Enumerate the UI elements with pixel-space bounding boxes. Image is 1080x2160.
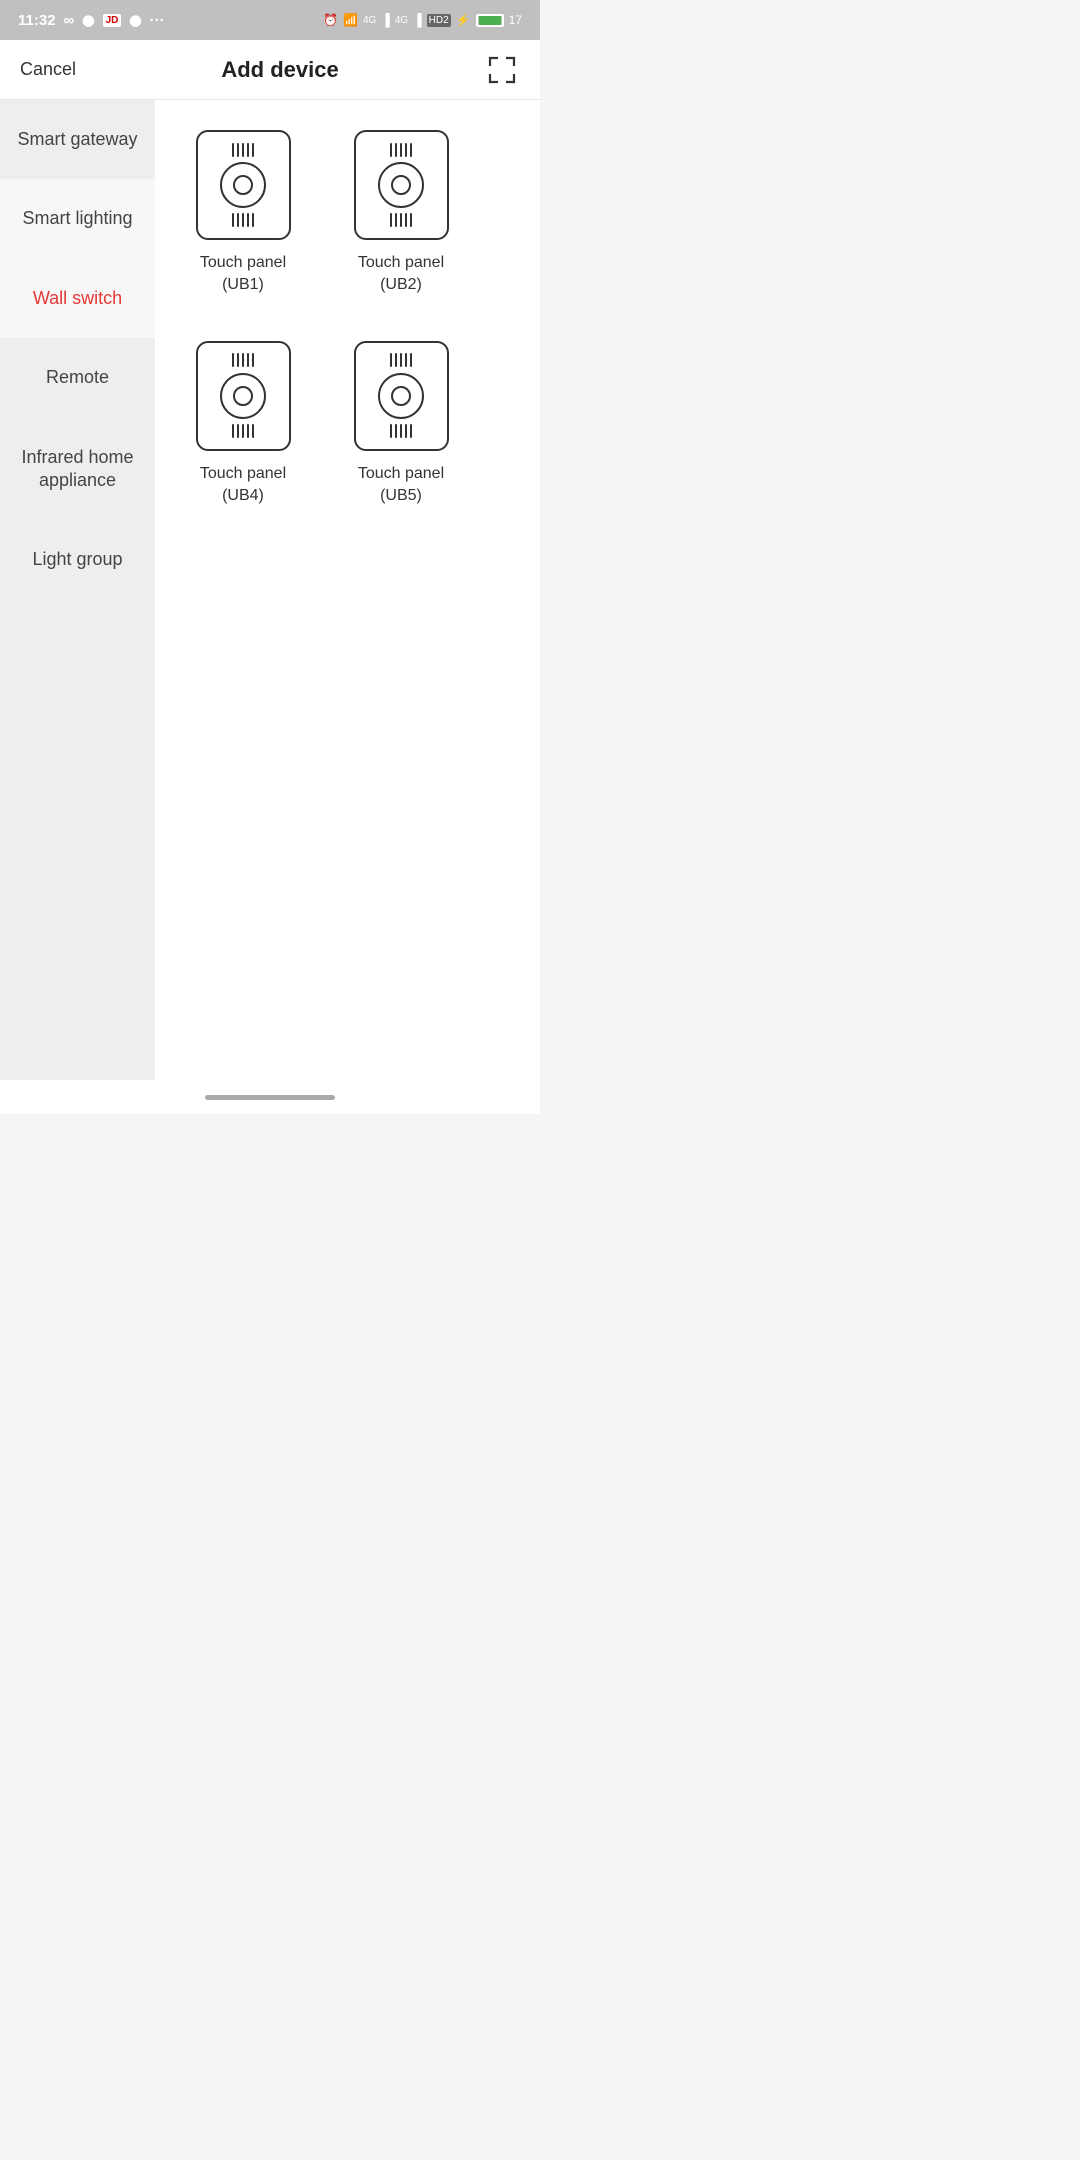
device-grid: Touch panel(UB1) [169, 120, 526, 522]
sidebar-item-light-group[interactable]: Light group [0, 520, 155, 599]
top-vent [232, 143, 254, 157]
status-right: ⏰ 📶 4G ▐ 4G ▐ HD2 ⚡ 17 [323, 13, 522, 27]
device-icon-ub2 [354, 130, 449, 240]
signal-bars-icon: ▐ [381, 13, 390, 27]
signal-4g-2-icon: 4G [395, 15, 408, 26]
main-layout: Smart gateway Smart lighting Wall switch… [0, 100, 540, 1080]
home-bar [205, 1095, 335, 1100]
top-vent [390, 143, 412, 157]
hd2-icon: HD2 [427, 14, 451, 27]
top-vent [390, 353, 412, 367]
sidebar-item-infrared[interactable]: Infrared home appliance [0, 418, 155, 521]
status-left: 11:32 ∞ ⬤ JD ⬤ ··· [18, 12, 165, 29]
bottom-vent [390, 213, 412, 227]
device-label-ub5: Touch panel(UB5) [358, 463, 444, 508]
device-icon-ub1 [196, 130, 291, 240]
device-item-ub4[interactable]: Touch panel(UB4) [169, 331, 317, 522]
circle2-icon: ⬤ [129, 14, 141, 27]
panel-circle [220, 373, 266, 419]
sidebar: Smart gateway Smart lighting Wall switch… [0, 100, 155, 1080]
panel-circle [220, 162, 266, 208]
sidebar-item-wall-switch[interactable]: Wall switch [0, 259, 155, 338]
panel-circle-inner [233, 175, 253, 195]
jd-icon: JD [103, 14, 122, 27]
time: 11:32 [18, 12, 56, 29]
scan-icon [486, 54, 518, 86]
wifi-icon: 📶 [343, 13, 358, 27]
device-item-ub1[interactable]: Touch panel(UB1) [169, 120, 317, 311]
scan-button[interactable] [484, 52, 520, 88]
top-vent [232, 353, 254, 367]
content-area: Touch panel(UB1) [155, 100, 540, 1080]
alarm-icon: ⏰ [323, 13, 338, 27]
circle-icon: ⬤ [82, 14, 94, 27]
device-item-ub2[interactable]: Touch panel(UB2) [327, 120, 475, 311]
battery-level: 17 [509, 13, 522, 27]
sidebar-item-smart-gateway[interactable]: Smart gateway [0, 100, 155, 179]
dots-icon: ··· [150, 12, 165, 29]
signal-bars2-icon: ▐ [413, 13, 422, 27]
battery-icon [476, 14, 504, 27]
device-icon-ub4 [196, 341, 291, 451]
cancel-button[interactable]: Cancel [20, 59, 76, 80]
signal-4g-icon: 4G [363, 15, 376, 26]
panel-circle-inner [233, 386, 253, 406]
panel-circle [378, 162, 424, 208]
page-title: Add device [221, 57, 338, 83]
infinity-icon: ∞ [64, 12, 75, 29]
panel-circle [378, 373, 424, 419]
bottom-vent [390, 424, 412, 438]
device-label-ub2: Touch panel(UB2) [358, 252, 444, 297]
device-item-ub5[interactable]: Touch panel(UB5) [327, 331, 475, 522]
device-label-ub1: Touch panel(UB1) [200, 252, 286, 297]
bolt-icon: ⚡ [456, 13, 471, 27]
panel-circle-inner [391, 386, 411, 406]
status-bar: 11:32 ∞ ⬤ JD ⬤ ··· ⏰ 📶 4G ▐ 4G ▐ HD2 ⚡ 1… [0, 0, 540, 40]
sidebar-item-remote[interactable]: Remote [0, 338, 155, 417]
panel-circle-inner [391, 175, 411, 195]
header: Cancel Add device [0, 40, 540, 100]
device-icon-ub5 [354, 341, 449, 451]
device-label-ub4: Touch panel(UB4) [200, 463, 286, 508]
sidebar-item-smart-lighting[interactable]: Smart lighting [0, 179, 155, 258]
home-indicator [0, 1080, 540, 1114]
bottom-vent [232, 213, 254, 227]
bottom-vent [232, 424, 254, 438]
